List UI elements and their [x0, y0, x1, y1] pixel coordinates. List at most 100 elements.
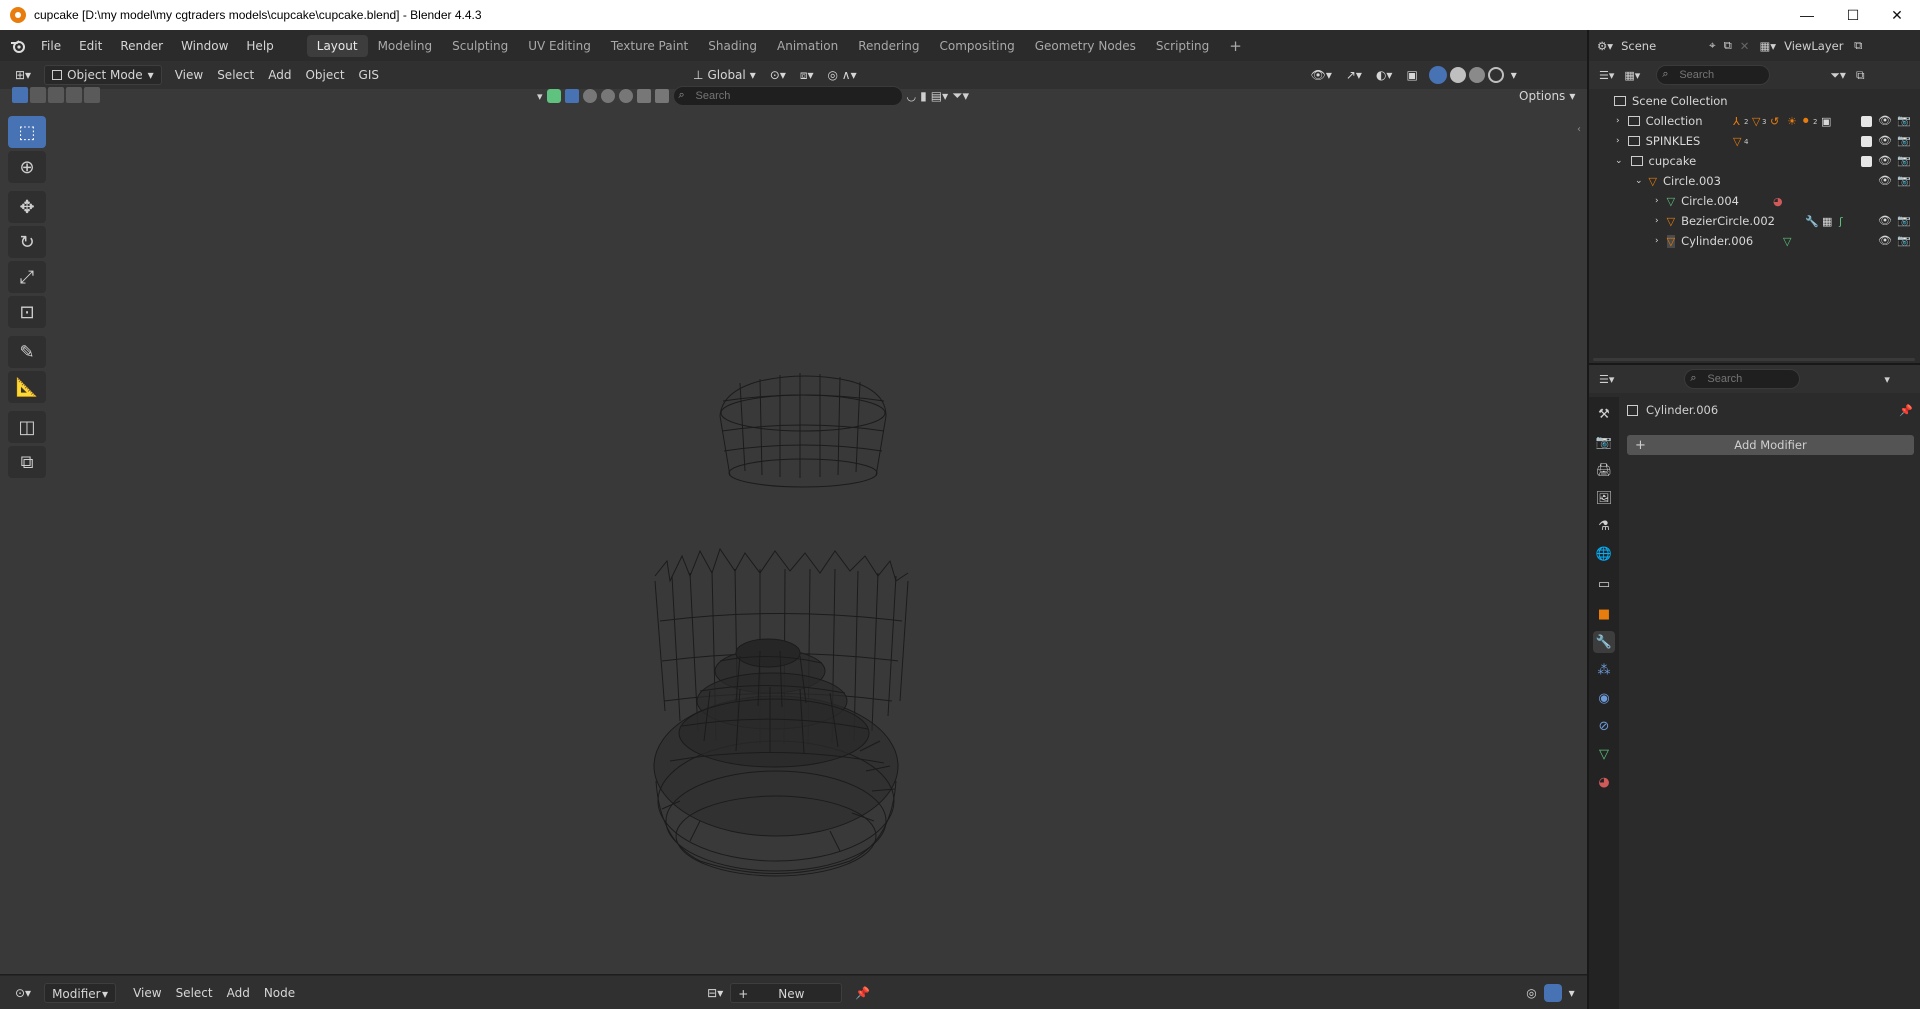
- move-icon[interactable]: ✥: [8, 191, 46, 223]
- tab-rendering[interactable]: Rendering: [848, 35, 929, 57]
- viewport-search-input[interactable]: [672, 86, 903, 106]
- shading-material-icon[interactable]: [1468, 67, 1485, 83]
- mode-dropdown[interactable]: Object Mode ▾: [44, 65, 162, 85]
- transform-icon[interactable]: ⊡: [8, 296, 46, 328]
- bookmark-icon[interactable]: ▮: [920, 89, 927, 103]
- chevron-right-icon[interactable]: ›: [1655, 196, 1659, 206]
- rotate-icon[interactable]: ↻: [8, 226, 46, 258]
- filter-icon[interactable]: ⏷▾: [1830, 68, 1846, 83]
- select-intersect-icon[interactable]: [66, 87, 82, 103]
- eye-icon[interactable]: 👁: [1878, 234, 1892, 247]
- render-camera-icon[interactable]: 📷: [1897, 134, 1911, 147]
- chevron-right-icon[interactable]: ›: [1616, 116, 1620, 126]
- new-scene-icon[interactable]: ⧉: [1724, 38, 1732, 53]
- blender-menu-icon[interactable]: [4, 35, 32, 57]
- filter-icon-b[interactable]: [600, 89, 615, 103]
- menu-file[interactable]: File: [32, 35, 70, 57]
- tab-texture-paint[interactable]: Texture Paint: [601, 35, 698, 57]
- outliner-search-input[interactable]: [1656, 65, 1771, 85]
- render-camera-icon[interactable]: 📷: [1897, 214, 1911, 227]
- node-tree-icon[interactable]: ⊟▾: [700, 983, 730, 1003]
- select-new-icon[interactable]: [12, 87, 28, 103]
- tab-compositing[interactable]: Compositing: [929, 35, 1024, 57]
- snap-icon[interactable]: ⧈▾: [793, 65, 821, 85]
- menu-view[interactable]: View: [126, 983, 168, 1003]
- object-tab-icon[interactable]: ■: [1593, 603, 1615, 625]
- add-cube-icon[interactable]: ◫: [8, 411, 46, 443]
- chevron-right-icon[interactable]: ›: [1655, 216, 1659, 226]
- outliner-scrollbar[interactable]: [1593, 358, 1915, 361]
- chevron-right-icon[interactable]: ›: [1655, 236, 1659, 246]
- filter-icon-d[interactable]: [636, 89, 651, 103]
- view-layer-name[interactable]: ViewLayer: [1784, 39, 1854, 53]
- outliner-row-circle-004[interactable]: › ▽ Circle.004 ◕: [1589, 191, 1920, 211]
- extrude-icon[interactable]: ⧉: [8, 446, 46, 478]
- include-checkbox[interactable]: [1861, 136, 1872, 147]
- select-invert-icon[interactable]: [84, 87, 100, 103]
- dropdown-icon[interactable]: ◡: [907, 90, 917, 103]
- eye-icon[interactable]: 👁: [1878, 214, 1892, 227]
- tab-animation[interactable]: Animation: [767, 35, 848, 57]
- tab-sculpting[interactable]: Sculpting: [442, 35, 518, 57]
- chevron-down-icon[interactable]: ⌄: [1635, 176, 1643, 186]
- add-workspace-button[interactable]: +: [1219, 35, 1252, 57]
- annotate-icon[interactable]: ✎: [8, 336, 46, 368]
- eye-icon[interactable]: 👁: [1878, 174, 1892, 187]
- new-button[interactable]: + New: [730, 982, 843, 1003]
- overlay-toggle-icon[interactable]: [1543, 983, 1562, 1002]
- menu-edit[interactable]: Edit: [70, 35, 111, 57]
- outliner-row-collection[interactable]: › Collection ⅄ 2 ▽ 3 ↺ ☀ ⏺ 2 ▣ 👁 📷: [1589, 111, 1920, 131]
- pin-icon[interactable]: 📌: [1899, 404, 1913, 417]
- scene-name[interactable]: Scene: [1621, 39, 1691, 53]
- delete-scene-icon[interactable]: ✕: [1740, 39, 1750, 53]
- render-camera-icon[interactable]: 📷: [1897, 234, 1911, 247]
- output-tab-icon[interactable]: 🖨: [1593, 459, 1615, 481]
- editor-mode-dropdown[interactable]: Modifier ▾: [44, 982, 117, 1003]
- data-tab-icon[interactable]: ▽: [1593, 743, 1615, 765]
- view-layer-icon[interactable]: ▦▾: [1759, 39, 1776, 53]
- menu-select[interactable]: Select: [169, 983, 220, 1003]
- overlays-icon[interactable]: ◐▾: [1369, 65, 1400, 85]
- maximize-button[interactable]: ☐: [1830, 0, 1876, 30]
- cursor-icon[interactable]: ⊕: [8, 151, 46, 183]
- shading-options-icon[interactable]: ▾: [1504, 65, 1524, 85]
- shading-rendered-icon[interactable]: [1487, 67, 1504, 83]
- visibility-icon[interactable]: 👁▾: [1304, 65, 1339, 85]
- chevron-down-icon[interactable]: ▾: [537, 90, 543, 103]
- tab-shading[interactable]: Shading: [698, 35, 767, 57]
- menu-window[interactable]: Window: [172, 35, 237, 57]
- eye-icon[interactable]: 👁: [1878, 134, 1892, 147]
- scene-tab-icon[interactable]: ⚗: [1593, 515, 1615, 537]
- add-modifier-button[interactable]: + Add Modifier: [1627, 435, 1914, 455]
- constraints-tab-icon[interactable]: ⊘: [1593, 715, 1615, 737]
- filter-icon-c[interactable]: [618, 89, 633, 103]
- particles-tab-icon[interactable]: ⁂: [1593, 659, 1615, 681]
- display-mode-icon[interactable]: ▦▾: [1624, 69, 1640, 82]
- 3d-viewport[interactable]: [0, 61, 1587, 974]
- filter-box-icon[interactable]: [564, 89, 579, 103]
- properties-search-input[interactable]: [1684, 369, 1801, 389]
- filter-icon-a[interactable]: [582, 89, 597, 103]
- select-box-icon[interactable]: ⬚: [8, 116, 46, 148]
- menu-view[interactable]: View: [168, 65, 210, 85]
- menu-add[interactable]: Add: [220, 983, 257, 1003]
- render-camera-icon[interactable]: 📷: [1897, 174, 1911, 187]
- layers-icon[interactable]: [546, 89, 561, 103]
- menu-add[interactable]: Add: [261, 65, 298, 85]
- tool-tab-icon[interactable]: ⚒: [1593, 403, 1615, 425]
- outliner-row-cylinder-006[interactable]: › ▽ Cylinder.006 ▽ 👁 📷: [1589, 231, 1920, 251]
- sidebar-toggle-icon[interactable]: ‹: [1577, 124, 1581, 135]
- proportional-edit-icon[interactable]: ◎ ∧▾: [821, 65, 864, 85]
- outliner-row-beziercircle-002[interactable]: › ▽ BezierCircle.002 🔧 ▦ ʃ 👁 📷: [1589, 211, 1920, 231]
- tab-layout[interactable]: Layout: [306, 34, 368, 57]
- eye-icon[interactable]: 👁: [1878, 154, 1892, 167]
- outliner-row-spinkles[interactable]: › SPINKLES ▽ 4 👁 📷: [1589, 131, 1920, 151]
- include-checkbox[interactable]: [1861, 116, 1872, 127]
- menu-help[interactable]: Help: [237, 35, 282, 57]
- select-subtract-icon[interactable]: [48, 87, 64, 103]
- tab-uv-editing[interactable]: UV Editing: [518, 35, 601, 57]
- select-extend-icon[interactable]: [30, 87, 46, 103]
- measure-icon[interactable]: 📐: [8, 371, 46, 403]
- gizmo-icon[interactable]: ↗▾: [1339, 65, 1369, 85]
- menu-node[interactable]: Node: [257, 983, 302, 1003]
